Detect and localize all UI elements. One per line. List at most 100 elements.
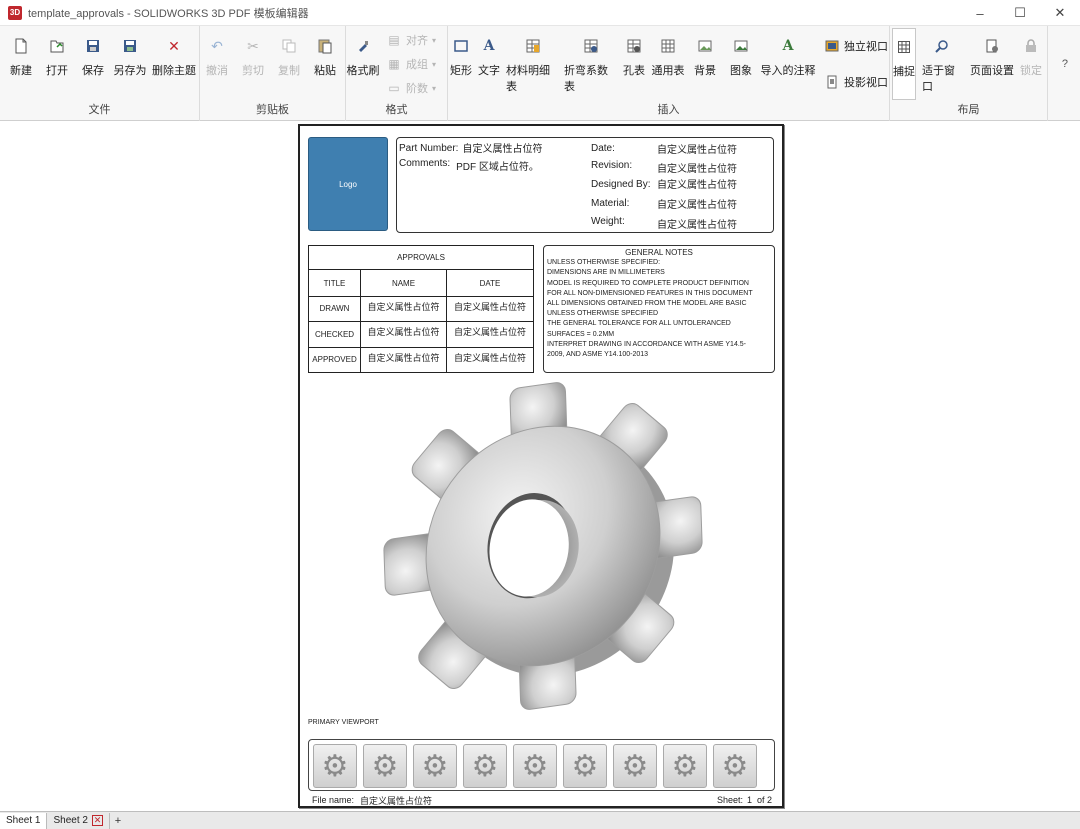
save-as-button-label: 另存为 — [113, 65, 147, 77]
lock-button[interactable]: 锁定 — [1018, 36, 1044, 98]
tab-sheet-1[interactable]: Sheet 1 — [0, 812, 48, 829]
group-label-layout: 布局 — [957, 104, 980, 116]
gear-thumbnail-icon: ⚙ — [421, 749, 449, 783]
rectangle-icon — [451, 36, 471, 56]
snap-button[interactable]: 捕捉 — [892, 28, 916, 100]
thumbnail-view[interactable]: ⚙ — [563, 744, 607, 788]
note-line: ALL DIMENSIONS OBTAINED FROM THE MODEL A… — [547, 300, 747, 308]
fit-window-label: 适于窗口 — [922, 65, 955, 93]
logo-placeholder[interactable]: Logo — [308, 137, 388, 231]
approvals-row-name[interactable]: 自定义属性占位符 — [360, 321, 447, 348]
material-label: Material: — [591, 198, 630, 209]
group-label: 成组 — [406, 59, 428, 71]
material-value[interactable]: 自定义属性占位符 — [657, 196, 737, 211]
minimize-button[interactable]: – — [960, 0, 1000, 26]
comments-row: Comments: PDF 区域占位符。 — [399, 158, 539, 173]
format-painter-button[interactable]: 格式刷 — [346, 36, 380, 98]
standalone-viewport-button[interactable]: 独立视口 — [824, 38, 888, 54]
hole-table-button[interactable]: 孔表 — [620, 36, 648, 98]
paste-button[interactable]: 粘贴 — [310, 36, 340, 98]
bend-table-button[interactable]: 折弯系数表 — [564, 36, 618, 98]
copy-button[interactable]: 复制 — [274, 36, 304, 98]
title-block[interactable]: Part Number: 自定义属性占位符 Comments: PDF 区域占位… — [396, 137, 774, 233]
open-button[interactable]: 打开 — [42, 36, 72, 98]
projected-viewport-button[interactable]: 投影视口 — [824, 74, 888, 90]
close-tab-icon[interactable]: ✕ — [91, 815, 103, 826]
background-button[interactable]: 背景 — [692, 36, 718, 98]
image-button[interactable]: 图象 — [728, 36, 754, 98]
designed-by-value[interactable]: 自定义属性占位符 — [657, 176, 737, 191]
undo-button[interactable]: ↶ 撤消 — [202, 36, 232, 98]
import-annotations-button[interactable]: A 导入的注释 — [760, 36, 816, 98]
order-button[interactable]: ▭ 阶数 ▾ — [386, 80, 436, 96]
pdf-template-sheet[interactable]: Logo Part Number: 自定义属性占位符 Comments: PDF… — [298, 124, 784, 808]
close-button[interactable]: ✕ — [1040, 0, 1080, 26]
bom-button[interactable]: 材料明细表 — [506, 36, 560, 98]
bend-table-icon — [581, 36, 601, 56]
page-setup-button[interactable]: 页面设置 — [970, 36, 1014, 98]
file-name-value[interactable]: 自定义属性占位符 — [360, 794, 432, 807]
text-button[interactable]: A 文字 — [476, 36, 502, 98]
help-button[interactable]: ? — [1062, 58, 1068, 70]
comments-label: Comments: — [399, 158, 451, 169]
background-label: 背景 — [694, 65, 716, 77]
standalone-viewport-label: 独立视口 — [844, 41, 888, 53]
primary-viewport-3d-model[interactable] — [378, 376, 708, 716]
approvals-row-date[interactable]: 自定义属性占位符 — [446, 346, 534, 374]
fit-window-button[interactable]: 适于窗口 — [922, 36, 962, 98]
part-number-value[interactable]: 自定义属性占位符 — [462, 140, 542, 155]
new-button[interactable]: 新建 — [6, 36, 36, 98]
approvals-row-date[interactable]: 自定义属性占位符 — [446, 321, 534, 348]
thumbnail-view[interactable]: ⚙ — [413, 744, 457, 788]
thumbnail-view[interactable]: ⚙ — [313, 744, 357, 788]
date-label: Date: — [591, 143, 615, 154]
thumbnail-view[interactable]: ⚙ — [663, 744, 707, 788]
revision-label: Revision: — [591, 160, 633, 171]
revision-value[interactable]: 自定义属性占位符 — [657, 160, 737, 175]
projected-viewport-label: 投影视口 — [844, 77, 888, 89]
general-notes-title: GENERAL NOTES — [625, 248, 693, 257]
date-value[interactable]: 自定义属性占位符 — [657, 141, 737, 156]
note-line: UNLESS OTHERWISE SPECIFIED: — [547, 259, 661, 267]
weight-value[interactable]: 自定义属性占位符 — [657, 216, 737, 231]
sheet-label: Sheet: — [716, 795, 743, 805]
general-notes-box[interactable]: GENERAL NOTES UNLESS OTHERWISE SPECIFIED… — [543, 245, 775, 373]
bom-table-icon — [523, 36, 543, 56]
thumbnail-strip[interactable]: ⚙ ⚙ ⚙ ⚙ ⚙ ⚙ ⚙ ⚙ ⚙ — [308, 739, 775, 791]
general-table-icon — [658, 36, 678, 56]
approvals-table[interactable]: APPROVALS TITLE NAME DATE DRAWN 自定义属性占位符… — [308, 244, 534, 374]
window-title: template_approvals - SOLIDWORKS 3D PDF 模… — [28, 7, 309, 20]
new-document-icon — [11, 36, 31, 56]
thumbnail-view[interactable]: ⚙ — [613, 744, 657, 788]
thumbnail-view[interactable]: ⚙ — [713, 744, 757, 788]
group-button[interactable]: ▦ 成组 ▾ — [386, 56, 436, 72]
open-button-label: 打开 — [46, 65, 68, 77]
thumbnail-view[interactable]: ⚙ — [513, 744, 557, 788]
tab-sheet-2[interactable]: Sheet 2 ✕ — [47, 812, 110, 829]
ribbon-group-file: 新建 打开 保存 另存为 ✕ 删除主题 文件 — [0, 26, 200, 121]
align-button[interactable]: ▤ 对齐 ▾ — [386, 32, 436, 48]
primary-viewport-label: PRIMARY VIEWPORT — [308, 719, 379, 726]
approvals-header-title: TITLE — [308, 269, 361, 297]
comments-value[interactable]: PDF 区域占位符。 — [456, 158, 539, 173]
maximize-button[interactable]: ☐ — [1000, 0, 1040, 26]
add-sheet-button[interactable]: + — [110, 815, 126, 827]
delete-theme-button[interactable]: ✕ 删除主题 — [152, 36, 196, 98]
editor-canvas[interactable]: Logo Part Number: 自定义属性占位符 Comments: PDF… — [0, 121, 1080, 811]
page-setup-icon — [982, 36, 1002, 56]
thumbnail-view[interactable]: ⚙ — [363, 744, 407, 788]
thumbnail-view[interactable]: ⚙ — [463, 744, 507, 788]
format-painter-label: 格式刷 — [346, 65, 380, 77]
note-line: FOR ALL NON-DIMENSIONED FEATURES IN THIS… — [547, 289, 753, 297]
approvals-row-name[interactable]: 自定义属性占位符 — [360, 346, 447, 374]
approvals-row-date[interactable]: 自定义属性占位符 — [446, 295, 534, 323]
save-button[interactable]: 保存 — [78, 36, 108, 98]
save-as-button[interactable]: 另存为 — [112, 36, 148, 98]
rectangle-button[interactable]: 矩形 — [448, 36, 474, 98]
approvals-row-title: APPROVED — [308, 346, 361, 374]
cut-button[interactable]: ✂ 剪切 — [238, 36, 268, 98]
group-label-file: 文件 — [88, 104, 111, 116]
gear-model-image — [383, 382, 703, 710]
approvals-row-name[interactable]: 自定义属性占位符 — [360, 295, 447, 323]
general-table-button[interactable]: 通用表 — [650, 36, 686, 98]
